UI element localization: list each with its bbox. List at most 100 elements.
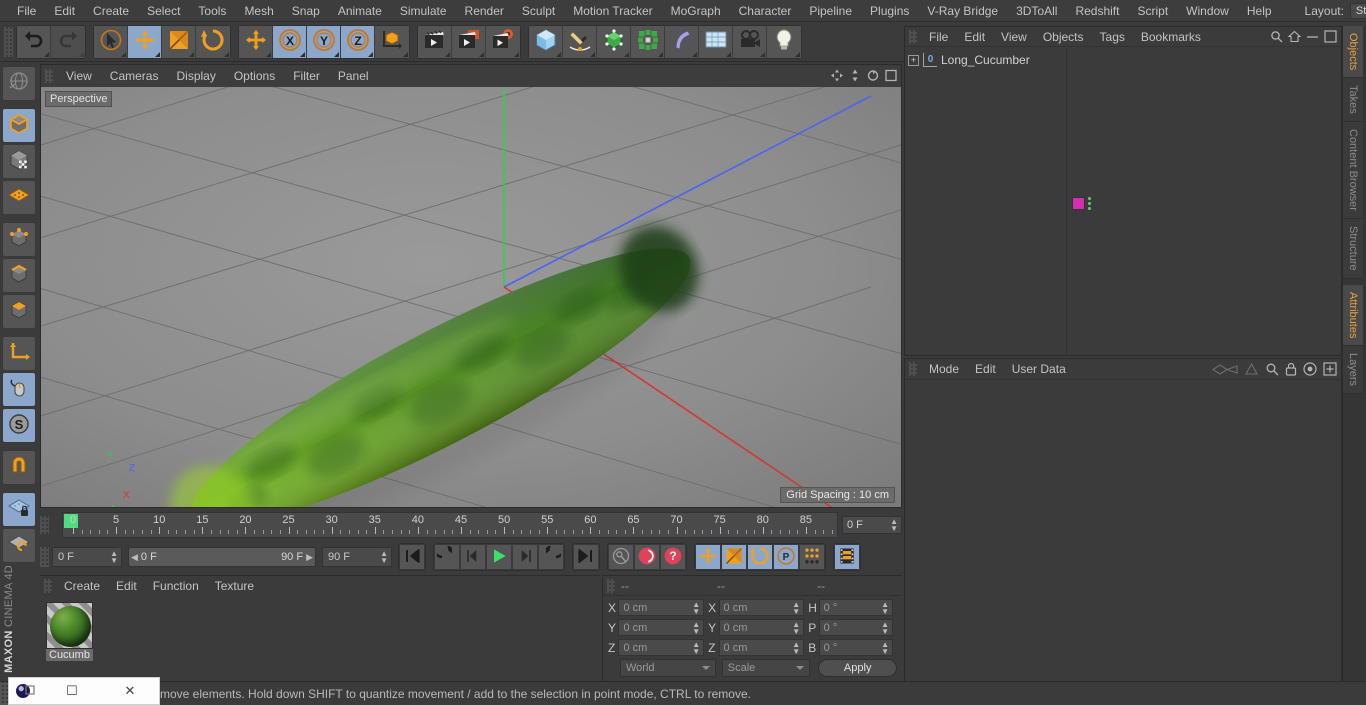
polygon-mode-flat[interactable] bbox=[2, 180, 36, 215]
axis-modify-mode[interactable] bbox=[2, 336, 36, 371]
magnifier-icon[interactable] bbox=[1270, 30, 1283, 43]
live-selection-tool[interactable] bbox=[94, 26, 128, 58]
object-menu-tags[interactable]: Tags bbox=[1092, 30, 1133, 44]
object-menu-edit[interactable]: Edit bbox=[956, 30, 993, 44]
viewport-menu-panel[interactable]: Panel bbox=[329, 69, 378, 83]
position-key-toggle[interactable] bbox=[695, 544, 721, 570]
world-object-axis[interactable] bbox=[375, 26, 409, 58]
menu-tools[interactable]: Tools bbox=[189, 0, 235, 22]
timeline-ruler[interactable]: 051015202530354045505560657075808590 bbox=[62, 512, 838, 538]
pos-y-input[interactable]: 0 cm▲▼ bbox=[618, 619, 704, 636]
cone-icon[interactable] bbox=[1244, 363, 1259, 376]
tab-attributes[interactable]: Attributes bbox=[1343, 285, 1363, 346]
menu-3dtoall[interactable]: 3DToAll bbox=[1007, 0, 1066, 22]
menu-redshift[interactable]: Redshift bbox=[1066, 0, 1128, 22]
go-to-previous-frame[interactable] bbox=[460, 544, 486, 570]
range-right-arrow-icon[interactable]: ▶ bbox=[306, 552, 313, 563]
lock-y-axis[interactable]: Y bbox=[307, 26, 341, 58]
close-button[interactable]: ✕ bbox=[101, 677, 159, 705]
spinner-icon[interactable]: ▲▼ bbox=[890, 518, 898, 532]
preview-range-bar[interactable]: ◀ 0 F 90 F ▶ bbox=[128, 547, 316, 567]
uvw-tag-icon[interactable] bbox=[1088, 197, 1091, 210]
parent-child-move[interactable] bbox=[239, 26, 273, 58]
menu-select[interactable]: Select bbox=[138, 0, 189, 22]
size-x-input[interactable]: 0 cm▲▼ bbox=[719, 599, 805, 616]
undo-view-button[interactable] bbox=[2, 66, 36, 101]
add-camera-object[interactable] bbox=[733, 26, 767, 58]
menu-v-ray-bridge[interactable]: V-Ray Bridge bbox=[918, 0, 1007, 22]
attribute-menu-mode[interactable]: Mode bbox=[921, 362, 967, 376]
material-menu-create[interactable]: Create bbox=[56, 579, 108, 593]
tab-content-browser[interactable]: Content Browser bbox=[1343, 122, 1363, 219]
spinner-icon[interactable]: ▲▼ bbox=[380, 550, 388, 564]
rot-b-input[interactable]: 0 °▲▼ bbox=[819, 639, 893, 656]
attribute-manager-grip[interactable] bbox=[909, 362, 917, 376]
spinner-icon[interactable]: ▲▼ bbox=[110, 550, 118, 564]
material-tag-icon[interactable] bbox=[1072, 197, 1085, 210]
interpolate-icon[interactable] bbox=[1212, 363, 1238, 376]
menu-sculpt[interactable]: Sculpt bbox=[513, 0, 564, 22]
point-mode[interactable] bbox=[2, 222, 36, 257]
rot-p-input[interactable]: 0 °▲▼ bbox=[819, 619, 893, 636]
object-row-long-cucumber[interactable]: + 0 Long_Cucumber bbox=[905, 51, 1066, 69]
target-icon[interactable] bbox=[1303, 362, 1317, 376]
rotate-tool[interactable] bbox=[196, 26, 230, 58]
pan-icon[interactable] bbox=[831, 69, 843, 82]
redo-button[interactable] bbox=[51, 26, 85, 58]
spinner-icon[interactable]: ▲▼ bbox=[792, 601, 800, 615]
anim-end-frame-field[interactable]: 90 F ▲▼ bbox=[322, 547, 392, 567]
menu-create[interactable]: Create bbox=[84, 0, 138, 22]
edge-mode[interactable] bbox=[2, 258, 36, 293]
anim-current-frame-field[interactable]: 0 F ▲▼ bbox=[52, 547, 122, 567]
spinner-icon[interactable]: ▲▼ bbox=[881, 641, 889, 655]
render-settings-button[interactable] bbox=[486, 26, 520, 58]
menu-plugins[interactable]: Plugins bbox=[861, 0, 918, 22]
add-light-object[interactable] bbox=[767, 26, 801, 58]
go-to-next-key[interactable] bbox=[538, 544, 564, 570]
viewport-menu-display[interactable]: Display bbox=[167, 69, 224, 83]
undo-button[interactable] bbox=[17, 26, 51, 58]
menu-help[interactable]: Help bbox=[1238, 0, 1281, 22]
object-menu-file[interactable]: File bbox=[921, 30, 956, 44]
status-bar-grip[interactable] bbox=[0, 681, 8, 705]
object-menu-objects[interactable]: Objects bbox=[1035, 30, 1092, 44]
pos-x-input[interactable]: 0 cm▲▼ bbox=[618, 599, 704, 616]
scale-tool[interactable] bbox=[162, 26, 196, 58]
add-environment-object[interactable] bbox=[699, 26, 733, 58]
polygon-mode[interactable] bbox=[2, 294, 36, 329]
range-left-arrow-icon[interactable]: ◀ bbox=[131, 552, 138, 563]
workplane-rotate[interactable] bbox=[2, 528, 36, 563]
texture-mode[interactable] bbox=[2, 144, 36, 179]
ellipsis-icon[interactable] bbox=[1306, 30, 1319, 43]
move-tool[interactable] bbox=[128, 26, 162, 58]
maximize-viewport-icon[interactable] bbox=[885, 69, 897, 82]
rotate-view-icon[interactable] bbox=[867, 69, 879, 82]
menu-mograph[interactable]: MoGraph bbox=[662, 0, 730, 22]
tab-objects[interactable]: Objects bbox=[1343, 26, 1363, 78]
size-mode-select[interactable]: Scale bbox=[722, 659, 811, 677]
menu-script[interactable]: Script bbox=[1128, 0, 1177, 22]
menu-window[interactable]: Window bbox=[1177, 0, 1238, 22]
coordinates-grip[interactable] bbox=[607, 579, 615, 593]
viewport-menu-cameras[interactable]: Cameras bbox=[101, 69, 168, 83]
material-menu-texture[interactable]: Texture bbox=[207, 579, 262, 593]
material-menu-function[interactable]: Function bbox=[145, 579, 207, 593]
rotation-key-toggle[interactable] bbox=[747, 544, 773, 570]
tab-structure[interactable]: Structure bbox=[1343, 219, 1363, 279]
menu-edit[interactable]: Edit bbox=[45, 0, 84, 22]
pos-z-input[interactable]: 0 cm▲▼ bbox=[618, 639, 704, 656]
menu-motion-tracker[interactable]: Motion Tracker bbox=[564, 0, 661, 22]
go-to-end-button[interactable] bbox=[573, 544, 599, 570]
size-z-input[interactable]: 0 cm▲▼ bbox=[719, 639, 805, 656]
add-spline-object[interactable] bbox=[563, 26, 597, 58]
toolbar-grip[interactable] bbox=[4, 27, 13, 57]
viewport-menu-filter[interactable]: Filter bbox=[284, 69, 329, 83]
home-icon[interactable] bbox=[1288, 30, 1301, 43]
soft-selection-mode[interactable]: S bbox=[2, 408, 36, 443]
play-button[interactable] bbox=[486, 544, 512, 570]
material-item[interactable] bbox=[46, 602, 93, 649]
keyframe-selection-button[interactable]: ? bbox=[660, 544, 686, 570]
add-cube-object[interactable] bbox=[529, 26, 563, 58]
menu-simulate[interactable]: Simulate bbox=[391, 0, 456, 22]
viewport-menu-options[interactable]: Options bbox=[225, 69, 284, 83]
